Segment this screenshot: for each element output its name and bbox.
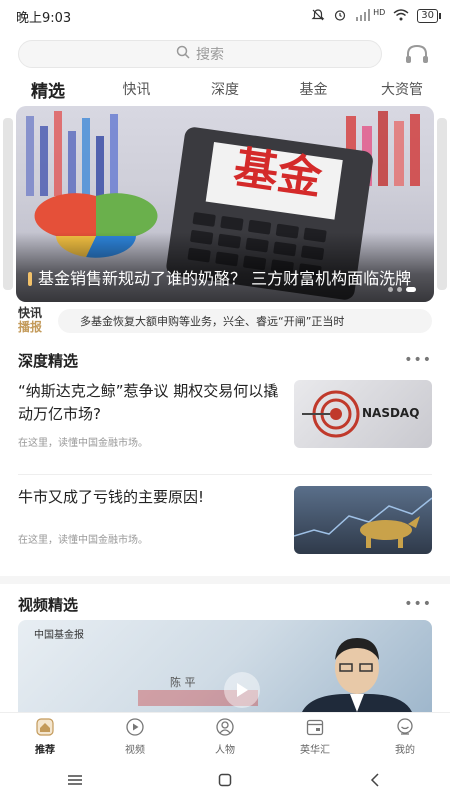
- person-icon: [215, 717, 235, 737]
- calendar-icon: [305, 717, 325, 737]
- carousel-dot-active: [406, 287, 416, 292]
- more-icon[interactable]: •••: [404, 596, 432, 612]
- nasdaq-label: NASDAQ: [362, 406, 420, 420]
- carousel-dot: [397, 287, 402, 292]
- mute-icon: [311, 8, 325, 25]
- tab-depth[interactable]: 深度: [195, 79, 255, 99]
- home-square-icon[interactable]: [205, 765, 245, 795]
- tab-asset-management[interactable]: 大资管: [372, 79, 432, 99]
- search-placeholder: 搜索: [196, 47, 224, 63]
- article-desc: 在这里，读懂中国金融市场。: [18, 535, 148, 546]
- profile-icon: [395, 717, 415, 737]
- flash-headline: 多基金恢复大额申购等业务，兴全、睿远“开闸”正当时: [58, 309, 432, 333]
- status-time: 晚上9:03: [16, 10, 72, 26]
- article-item[interactable]: “纳斯达克之鲸”惹争议 期权交易何以撬动万亿市场? 在这里，读懂中国金融市场。 …: [18, 380, 432, 449]
- tab-selected[interactable]: 精选: [18, 77, 78, 102]
- nav-item-people[interactable]: 人物: [195, 717, 255, 756]
- article-thumbnail: [294, 486, 432, 554]
- network-label: HD: [373, 7, 386, 17]
- video-brand: 中国基金报: [34, 630, 84, 641]
- carousel-dots: [388, 287, 416, 292]
- nav-label: 推荐: [35, 745, 55, 756]
- video-person-image: [302, 638, 412, 712]
- banner-next-peek: [437, 118, 447, 290]
- video-section-title: 视频精选: [18, 595, 79, 614]
- category-tabs: 精选 快讯 深度 基金 大资管: [18, 74, 432, 104]
- bottom-nav: 推荐 视频 人物 英华汇 我的: [0, 712, 450, 760]
- menu-icon[interactable]: [55, 765, 95, 795]
- nav-label: 英华汇: [300, 745, 330, 756]
- nav-item-yinghuahui[interactable]: 英华汇: [285, 717, 345, 756]
- article-title: 牛市又成了亏钱的主要原因!: [18, 488, 205, 506]
- home-icon: [35, 717, 55, 737]
- search-row: 搜索: [18, 40, 432, 68]
- banner-prev-peek: [3, 118, 13, 290]
- banner-title: 基金销售新规动了谁的奶酪？ 三方财富机构面临洗牌: [28, 266, 418, 292]
- nav-item-video[interactable]: 视频: [105, 717, 165, 756]
- flash-logo-line1: 快讯: [18, 306, 43, 320]
- system-nav-bar: [0, 760, 450, 800]
- flash-logo: 快讯 播报: [18, 306, 54, 336]
- banner-carousel[interactable]: 基金 基金销售新规动了谁的奶酪？ 三方财富机构面临洗牌: [16, 106, 434, 302]
- nav-label: 视频: [125, 745, 145, 756]
- article-title: “纳斯达克之鲸”惹争议 期权交易何以撬动万亿市场?: [18, 382, 279, 423]
- flash-logo-line2: 播报: [18, 320, 43, 334]
- nav-label: 人物: [215, 745, 235, 756]
- section-gap: [0, 576, 450, 584]
- search-icon: [176, 45, 190, 63]
- deep-section-header: 深度精选 •••: [18, 348, 432, 372]
- article-item[interactable]: 牛市又成了亏钱的主要原因! 在这里，读懂中国金融市场。: [18, 486, 432, 554]
- more-icon[interactable]: •••: [404, 352, 432, 368]
- search-input[interactable]: 搜索: [18, 40, 382, 68]
- video-person-name: 陈 平: [170, 676, 196, 689]
- tab-flash[interactable]: 快讯: [107, 79, 167, 99]
- wifi-icon: [393, 8, 409, 24]
- alarm-icon: [333, 8, 347, 25]
- divider: [18, 474, 432, 475]
- play-icon[interactable]: [224, 672, 260, 708]
- back-icon[interactable]: [355, 765, 395, 795]
- carousel-dot: [388, 287, 393, 292]
- video-card[interactable]: 中国基金报 陈 平: [18, 620, 432, 712]
- video-section-header: 视频精选 •••: [18, 592, 432, 616]
- status-bar: 晚上9:03 HD 30: [0, 0, 450, 32]
- video-icon: [125, 717, 145, 737]
- battery-icon: 30: [417, 9, 441, 23]
- signal-icon: [355, 8, 373, 24]
- nav-item-recommend[interactable]: 推荐: [15, 717, 75, 756]
- tab-fund[interactable]: 基金: [284, 79, 344, 99]
- news-flash[interactable]: 快讯 播报 多基金恢复大额申购等业务，兴全、睿远“开闸”正当时: [18, 306, 432, 336]
- status-icons: HD 30: [311, 7, 441, 25]
- article-thumbnail: NASDAQ: [294, 380, 432, 448]
- article-desc: 在这里，读懂中国金融市场。: [18, 438, 148, 449]
- headphone-icon[interactable]: [402, 40, 432, 68]
- nav-item-mine[interactable]: 我的: [375, 717, 435, 756]
- deep-section-title: 深度精选: [18, 351, 79, 370]
- nav-label: 我的: [395, 745, 415, 756]
